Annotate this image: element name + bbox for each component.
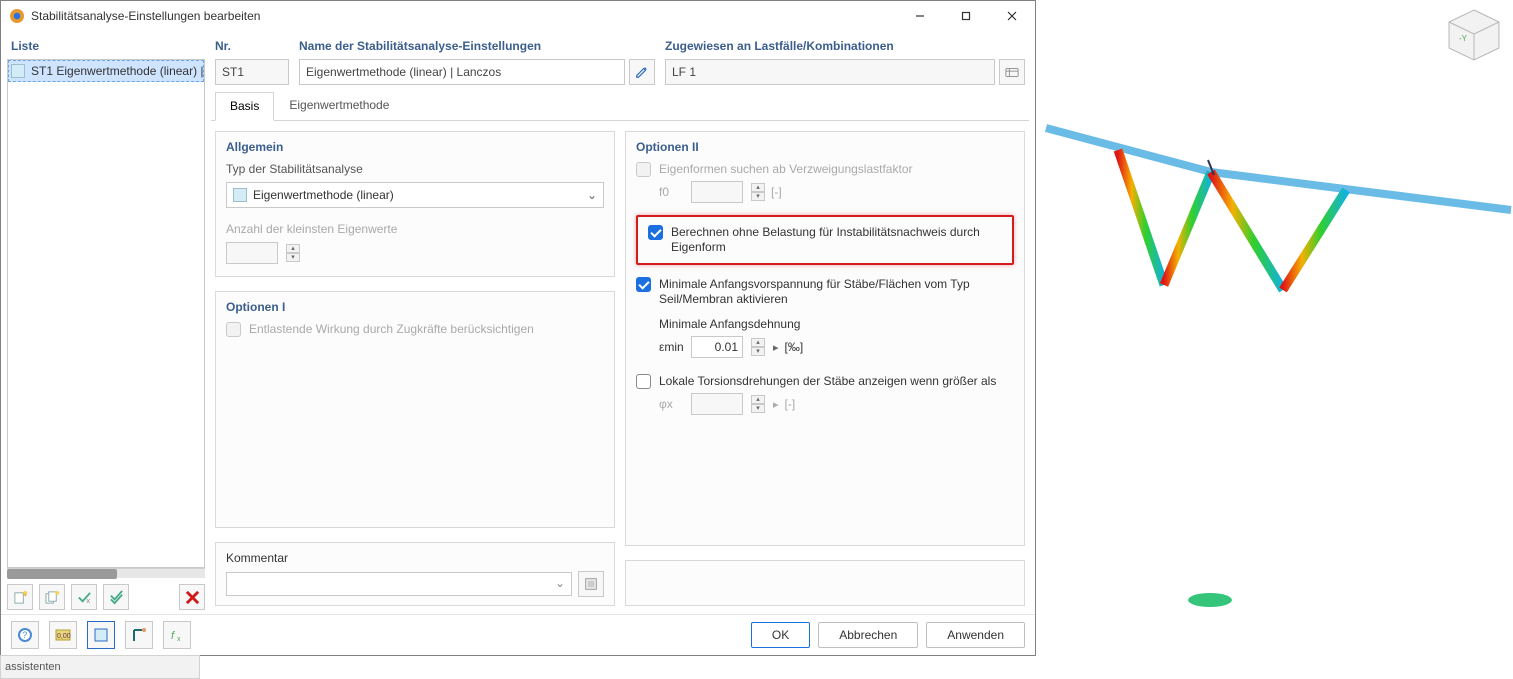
box-empty-right	[625, 560, 1025, 606]
main-pane: Nr. ST1 Name der Stabilitätsanalyse-Eins…	[211, 35, 1029, 610]
horizontal-scrollbar[interactable]	[7, 568, 205, 578]
units-button[interactable]: 0,00	[49, 621, 77, 649]
checkbox-anfangsvorspannung[interactable]	[636, 277, 651, 292]
apply-button[interactable]: Anwenden	[926, 622, 1025, 648]
dialog-window: Stabilitätsanalyse-Einstellungen bearbei…	[0, 0, 1036, 656]
structure-button[interactable]	[125, 621, 153, 649]
close-button[interactable]	[989, 1, 1035, 31]
maximize-button[interactable]	[943, 1, 989, 31]
min-anfangsdehnung-label: Minimale Anfangsdehnung	[659, 317, 1014, 332]
phi-label: φx	[659, 397, 685, 411]
nr-field[interactable]: ST1	[215, 59, 289, 85]
list-item[interactable]: ST1 Eigenwertmethode (linear) | Lancz	[8, 60, 204, 82]
emin-spin[interactable]: 0.01	[691, 336, 743, 358]
box-allgemein: Allgemein Typ der Stabilitätsanalyse Eig…	[215, 131, 615, 277]
delete-button[interactable]	[179, 584, 205, 610]
color-swatch	[11, 64, 25, 78]
assign-label: Zugewiesen an Lastfälle/Kombinationen	[665, 35, 1025, 59]
dialog-title: Stabilitätsanalyse-Einstellungen bearbei…	[31, 9, 897, 23]
emin-label: εmin	[659, 340, 685, 354]
f0-label: f0	[659, 185, 685, 199]
checkbox-verzweigung	[636, 162, 651, 177]
eigen-count-label: Anzahl der kleinsten Eigenwerte	[226, 222, 604, 236]
name-label: Name der Stabilitätsanalyse-Einstellunge…	[299, 35, 655, 59]
help-button[interactable]: ?	[11, 621, 39, 649]
allgemein-header: Allgemein	[226, 140, 604, 162]
svg-text:x: x	[177, 636, 181, 643]
phi-spin	[691, 393, 743, 415]
kommentar-pick-button[interactable]	[578, 571, 604, 597]
assign-pick-button[interactable]	[999, 59, 1025, 85]
phi-unit: [-]	[785, 397, 796, 411]
assign-field[interactable]: LF 1	[665, 59, 995, 85]
box-optionen-1: Optionen I Entlastende Wirkung durch Zug…	[215, 291, 615, 528]
svg-text:f: f	[171, 630, 175, 642]
checkbox-zugkraefte	[226, 322, 241, 337]
f0-spin	[691, 181, 743, 203]
svg-text:-Y: -Y	[1459, 34, 1468, 43]
list[interactable]: ST1 Eigenwertmethode (linear) | Lancz	[7, 59, 205, 568]
typ-select[interactable]: Eigenwertmethode (linear) ⌄	[226, 182, 604, 208]
f0-unit: [-]	[771, 185, 782, 199]
svg-text:x: x	[86, 596, 90, 605]
kommentar-header: Kommentar	[226, 551, 604, 571]
cancel-button[interactable]: Abbrechen	[818, 622, 918, 648]
check-button-1[interactable]: x	[71, 584, 97, 610]
emin-unit: [‰]	[785, 340, 804, 354]
box-kommentar: Kommentar ⌄	[215, 542, 615, 606]
checkbox-verzweigung-label: Eigenformen suchen ab Verzweigungslastfa…	[659, 162, 912, 177]
check-button-2[interactable]	[103, 584, 129, 610]
name-edit-button[interactable]	[629, 59, 655, 85]
background-panel-fragment: assistenten	[0, 655, 200, 679]
nr-label: Nr.	[215, 35, 289, 59]
tab-bar: Basis Eigenwertmethode	[211, 91, 1029, 121]
phi-arrow-icon: ▸	[773, 398, 779, 411]
app-icon	[9, 8, 25, 24]
model-viewport[interactable]: -Y	[1036, 0, 1513, 679]
checkbox-torsion-label: Lokale Torsionsdrehungen der Stäbe anzei…	[659, 374, 996, 389]
list-item-name: Eigenwertmethode (linear) | Lancz	[56, 64, 205, 78]
list-header: Liste	[7, 35, 205, 59]
typ-label: Typ der Stabilitätsanalyse	[226, 162, 604, 176]
opt1-header: Optionen I	[226, 300, 604, 322]
new-button[interactable]	[7, 584, 33, 610]
kommentar-input[interactable]: ⌄	[226, 572, 572, 596]
eigen-count-spin[interactable]	[226, 242, 278, 264]
name-field[interactable]: Eigenwertmethode (linear) | Lanczos	[299, 59, 625, 85]
nav-cube[interactable]: -Y	[1445, 6, 1503, 64]
list-item-code: ST1	[31, 64, 53, 78]
titlebar: Stabilitätsanalyse-Einstellungen bearbei…	[1, 1, 1035, 31]
chevron-down-icon: ⌄	[587, 188, 597, 202]
box-optionen-2: Optionen II Eigenformen suchen ab Verzwe…	[625, 131, 1025, 546]
svg-text:0,00: 0,00	[57, 633, 71, 640]
svg-text:?: ?	[22, 630, 27, 640]
ok-button[interactable]: OK	[751, 622, 810, 648]
tab-eigenwertmethode[interactable]: Eigenwertmethode	[274, 91, 404, 120]
spin-controls[interactable]: ▴▾	[286, 244, 300, 262]
tab-basis[interactable]: Basis	[215, 92, 274, 121]
checkbox-anfangsvorspannung-label: Minimale Anfangsvorspannung für Stäbe/Fl…	[659, 277, 1014, 307]
chevron-down-icon: ⌄	[555, 576, 565, 590]
minimize-button[interactable]	[897, 1, 943, 31]
checkbox-ohne-belastung-label: Berechnen ohne Belastung für Instabilitä…	[671, 225, 1002, 255]
f-button[interactable]: fx	[163, 621, 191, 649]
highlighted-option: Berechnen ohne Belastung für Instabilitä…	[636, 215, 1014, 265]
emin-arrow-icon[interactable]: ▸	[773, 341, 779, 354]
checkbox-zugkraefte-label: Entlastende Wirkung durch Zugkräfte berü…	[249, 322, 534, 337]
dialog-action-bar: ? 0,00 fx OK Abbrechen Anwenden	[1, 614, 1035, 655]
new-set-button[interactable]	[39, 584, 65, 610]
checkbox-ohne-belastung[interactable]	[648, 225, 663, 240]
list-pane: Liste ST1 Eigenwertmethode (linear) | La…	[7, 35, 205, 610]
opt2-header: Optionen II	[636, 140, 1014, 162]
checkbox-torsion[interactable]	[636, 374, 651, 389]
color-button[interactable]	[87, 621, 115, 649]
